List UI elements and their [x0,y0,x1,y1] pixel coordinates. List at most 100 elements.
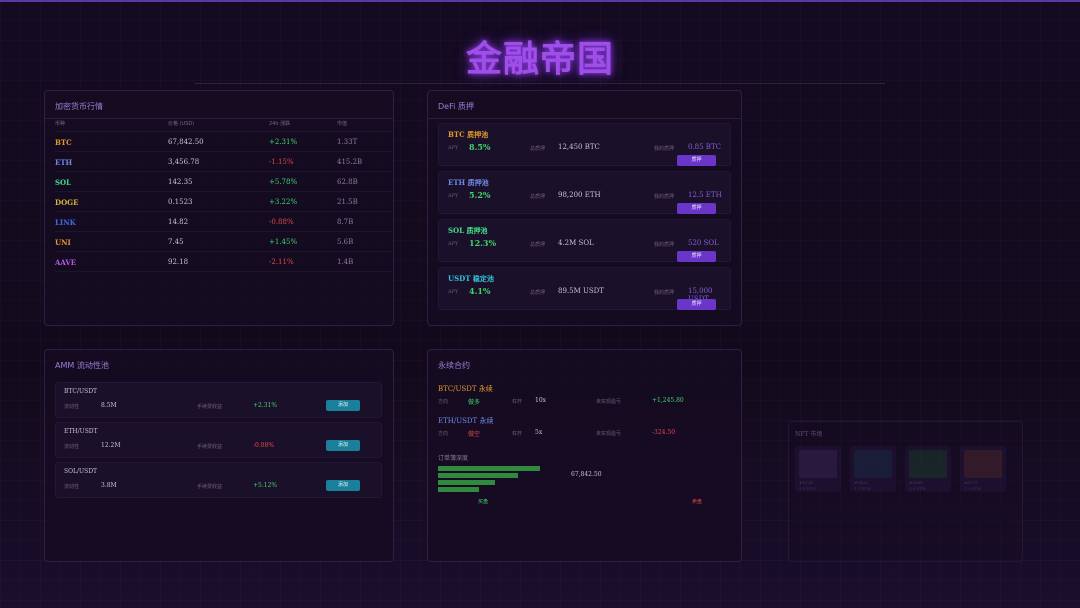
market-row-eth[interactable]: ETH 3,456.78 -1.15% 415.2B [55,152,392,172]
market-cap: 1.4B [337,258,354,266]
pool-pair: ETH/USDT [64,428,98,435]
liquidity-value: 12.2M [101,442,121,449]
nft-price: 3.1 ETH [964,486,981,491]
amm-title: AMM 流动性池 [55,361,109,370]
market-row-btc[interactable]: BTC 67,842.50 +2.31% 1.33T [55,132,392,152]
nft-card[interactable]: #6173 3.1 ETH [960,446,1006,492]
apy-label: APY [448,289,459,295]
amm-panel: AMM 流动性池 BTC/USDT 流动性 8.5M 手续费收益 +2.31% 添加 ETH… [44,349,394,562]
market-symbol: DOGE [55,198,79,207]
nft-price: 0.8 ETH [799,486,816,491]
market-row-doge[interactable]: DOGE 0.1523 +3.22% 21.5B [55,192,392,212]
top-accent-line [0,0,1080,2]
col-price: 价格 (USD) [168,121,195,127]
apy-value: 8.5% [469,142,491,152]
my-stake-label: 我的质押 [654,146,675,152]
market-row-link[interactable]: LINK 14.82 -0.88% 8.7B [55,212,392,232]
market-symbol: BTC [55,138,72,147]
liquidity-pool-card: BTC/USDT 流动性 8.5M 手续费收益 +2.31% 添加 [55,382,382,418]
leverage-value: 10x [535,397,547,404]
stake-button[interactable]: 质押 [677,155,716,166]
col-change: 24h 涨跌 [269,121,291,127]
col-cap: 市值 [337,121,348,127]
bid-depth-bar [438,480,495,485]
total-staked-value: 98,200 ETH [558,191,601,199]
liquidity-value: 3.8M [101,482,117,489]
stake-button[interactable]: 质押 [677,203,716,214]
total-staked-label: 总质押 [530,146,546,152]
apy-value: 5.2% [469,190,491,200]
nft-id: #0420 [854,480,868,485]
add-liquidity-button[interactable]: 添加 [326,400,360,411]
perp-name: BTC/USDT 永续 [438,385,493,393]
orderbook-sell-label: 卖盘 [692,499,703,505]
fee-label: 手续费收益 [197,484,223,490]
perp-name: ETH/USDT 永续 [438,417,494,425]
my-stake-label: 我的质押 [654,290,675,296]
market-cap: 8.7B [337,218,354,226]
market-row-sol[interactable]: SOL 142.35 +5.78% 62.8B [55,172,392,192]
market-panel: 加密货币行情 币种 价格 (USD) 24h 涨跌 市值 BTC 67,842.5… [44,90,394,326]
staking-pool-card: ETH 质押池 APY 5.2% 总质押 98,200 ETH 我的质押 12.5 ETH 质… [438,171,731,214]
my-stake-value: 520 SOL [688,239,719,247]
market-symbol: SOL [55,178,72,187]
nft-panel: NFT 市场 #1024 0.8 ETH #0420 1.2 ETH #0069 2.5 … [788,421,1023,562]
nft-artwork [909,450,947,478]
direction-label: 方向 [438,431,449,437]
market-change: -0.88% [269,218,294,226]
liquidity-value: 8.5M [101,402,117,409]
total-staked-value: 89.5M USDT [558,287,604,295]
stake-button[interactable]: 质押 [677,299,716,310]
nft-card[interactable]: #0069 2.5 ETH [905,446,951,492]
market-cap: 21.5B [337,198,358,206]
liquidity-label: 流动性 [64,484,80,490]
market-cap: 1.33T [337,138,358,146]
leverage-label: 杠杆 [512,399,523,405]
market-price: 14.82 [168,218,189,226]
title-divider [195,83,885,84]
nft-title: NFT 市场 [795,431,823,438]
total-staked-label: 总质押 [530,194,546,200]
pool-pair: SOL/USDT [64,468,98,475]
market-change: +2.31% [269,138,298,146]
market-row-aave[interactable]: AAVE 92.18 -2.11% 1.4B [55,252,392,272]
stake-button[interactable]: 质押 [677,251,716,262]
bid-depth-bar [438,473,518,478]
total-staked-value: 12,450 BTC [558,143,600,151]
page-title: 金融帝国 [465,39,614,80]
market-price: 92.18 [168,258,189,266]
nft-artwork [854,450,892,478]
apy-value: 4.1% [469,286,491,296]
defi-title: DeFi 质押 [428,91,741,119]
market-title: 加密货币行情 [45,91,393,119]
market-change: +3.22% [269,198,298,206]
pool-pair: BTC/USDT [64,388,98,395]
add-liquidity-button[interactable]: 添加 [326,480,360,491]
market-row-uni[interactable]: UNI 7.45 +1.45% 5.6B [55,232,392,252]
my-stake-label: 我的质押 [654,194,675,200]
nft-id: #1024 [799,480,813,485]
orderbook-title: 订单簿深度 [438,455,469,462]
nft-card[interactable]: #1024 0.8 ETH [795,446,841,492]
pnl-value: +1,245.80 [652,397,684,404]
my-stake-value: 0.85 BTC [688,143,721,151]
market-price: 0.1523 [168,198,193,206]
staking-pool-card: BTC 质押池 APY 8.5% 总质押 12,450 BTC 我的质押 0.85 BTC 质… [438,123,731,166]
market-price: 7.45 [168,238,184,246]
total-staked-label: 总质押 [530,290,546,296]
add-liquidity-button[interactable]: 添加 [326,440,360,451]
nft-artwork [964,450,1002,478]
leverage-label: 杠杆 [512,431,523,437]
fee-value: +5.12% [253,482,278,489]
nft-card[interactable]: #0420 1.2 ETH [850,446,896,492]
fee-value: +2.31% [253,402,278,409]
market-table-header: 币种 价格 (USD) 24h 涨跌 市值 [55,120,392,132]
direction-label: 方向 [438,399,449,405]
market-symbol: ETH [55,158,73,167]
col-symbol: 币种 [55,121,66,127]
market-change: +5.78% [269,178,298,186]
direction-value: 做多 [468,399,481,406]
total-staked-label: 总质押 [530,242,546,248]
perps-panel: 永续合约 BTC/USDT 永续 方向 做多 杠杆 10x 未实现盈亏 +1,245.80 E… [427,349,742,562]
market-symbol: UNI [55,238,71,247]
